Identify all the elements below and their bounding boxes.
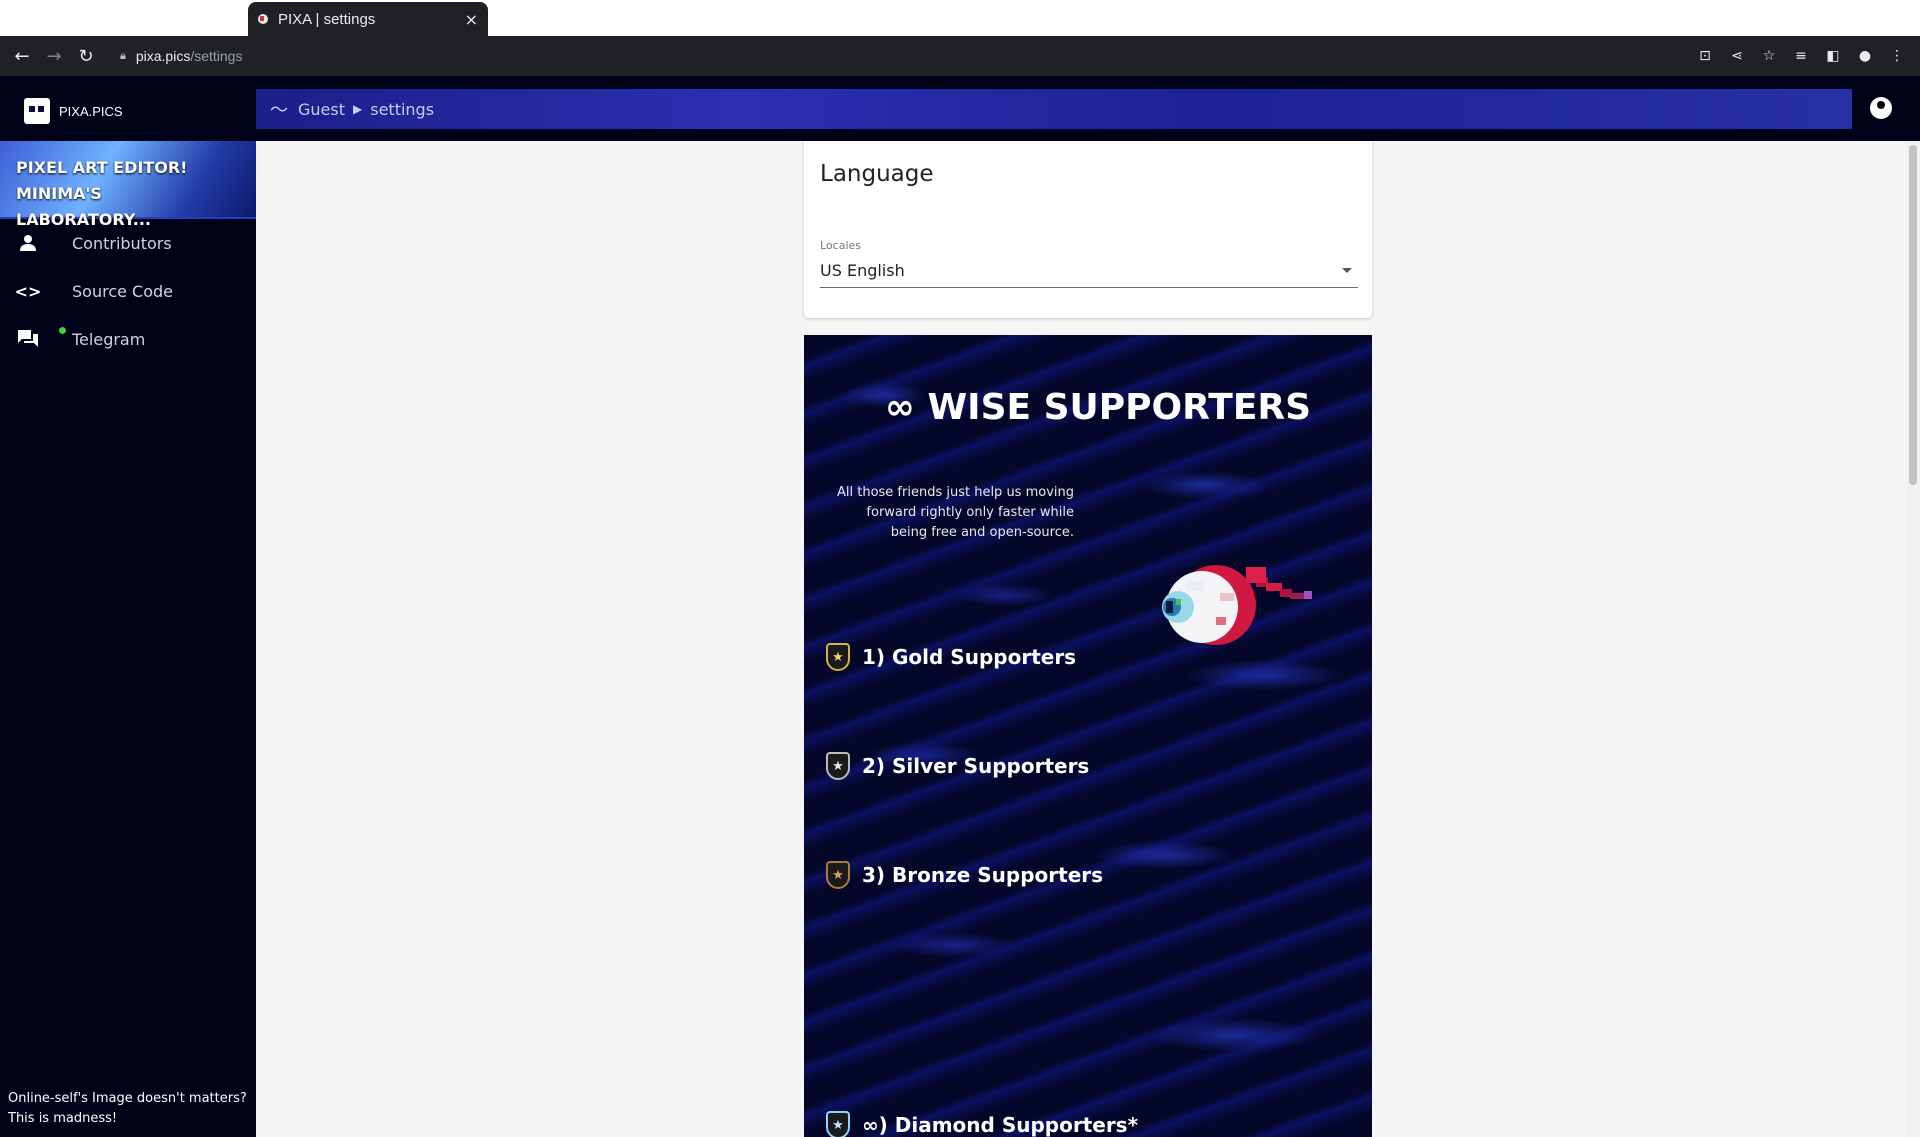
sidebar-item-source-code[interactable]: <> Source Code [0,267,256,315]
locale-selected-value: US English [820,261,905,280]
url-path: /settings [190,48,243,64]
pixel-eyeball-illustration [1162,565,1312,645]
favicon-icon [258,14,268,24]
pixa-logo-icon [24,98,50,124]
sidebar-item-telegram[interactable]: Telegram [0,315,256,363]
tier-gold[interactable]: ★ 1) Gold Supporters [826,643,1076,671]
promo-banner[interactable]: PIXEL ART EDITOR! MINIMA'S LABORATORY... [0,141,256,229]
brand-link[interactable]: PIXA.PICS [24,98,123,124]
online-status-dot [59,327,66,334]
locale-select[interactable]: US English [820,254,1358,288]
url-host: pixa.pics [135,48,191,64]
browser-tab[interactable]: PIXA | settings × [248,2,488,36]
breadcrumb-page: settings [370,99,435,119]
gold-badge-icon: ★ [826,643,850,671]
media-queue-icon[interactable]: ≡ [1792,47,1810,65]
lock-icon: 🔒︎ [120,49,126,62]
bronze-badge-icon: ★ [826,861,850,889]
sidebar: PIXEL ART EDITOR! MINIMA'S LABORATORY...… [0,141,256,1137]
infinity-icon: ∞ [884,387,915,428]
diamond-badge-icon: ★ [826,1111,850,1137]
tier-bronze[interactable]: ★ 3) Bronze Supporters [826,861,1103,889]
sidebar-item-label: Telegram [72,329,146,349]
profile-icon[interactable]: ● [1856,47,1874,65]
browser-tab-strip: PIXA | settings × [0,0,1920,36]
tier-silver[interactable]: ★ 2) Silver Supporters [826,752,1089,780]
tier-diamond[interactable]: ★ ∞) Diamond Supporters* [826,1111,1138,1137]
sidebar-item-label: Contributors [72,233,172,253]
breadcrumb-user[interactable]: Guest [298,100,345,119]
side-panel-icon[interactable]: ◧ [1824,47,1842,65]
supporters-title-text: WISE SUPPORTERS [927,387,1312,428]
page-scrollbar[interactable] [1906,141,1920,1137]
supporters-panel: ∞ WISE SUPPORTERS All those friends just… [804,335,1372,1137]
code-icon: <> [14,281,42,301]
dropdown-arrow-icon [1342,268,1352,273]
silver-badge-icon: ★ [826,752,850,780]
share-icon[interactable]: ⋖ [1728,47,1746,65]
tier-label: 1) Gold Supporters [862,645,1077,669]
person-icon [16,231,40,255]
locales-label: Locales [820,239,862,252]
brand-name: PIXA.PICS [59,103,123,119]
reload-icon[interactable]: ↻ [70,46,102,67]
sidebar-footnote: Online-self's Image doesn't matters? Thi… [8,1091,247,1126]
browser-toolbar: ← → ↻ 🔒︎ pixa.pics/settings ⊡ ⋖ ☆ ≡ ◧ ● … [0,36,1920,76]
sidebar-item-contributors[interactable]: Contributors [0,219,256,267]
supporters-description: All those friends just help us moving fo… [836,485,1074,540]
language-heading: Language [820,161,934,187]
forward-icon[interactable]: → [38,46,70,67]
sidebar-item-label: Source Code [72,281,173,301]
tier-label: 2) Silver Supporters [862,754,1090,778]
browser-menu-icon[interactable]: ⋮ [1888,47,1906,65]
account-icon[interactable] [1870,97,1892,119]
breadcrumb-separator-icon: ▶ [353,102,363,116]
language-card: Language Locales US English [804,141,1372,318]
scrollbar-thumb[interactable] [1909,145,1917,485]
tab-close-icon[interactable]: × [465,10,478,29]
bird-icon: 〜 [270,100,288,121]
breadcrumb: 〜 Guest ▶ settings [256,89,1852,129]
supporters-title: ∞ WISE SUPPORTERS [804,387,1372,428]
tier-label: ∞) Diamond Supporters* [862,1113,1139,1137]
chat-icon [16,327,40,351]
tab-title: PIXA | settings [278,10,376,28]
tier-label: 3) Bronze Supporters [862,863,1104,887]
install-app-icon[interactable]: ⊡ [1696,47,1714,65]
address-bar[interactable]: 🔒︎ pixa.pics/settings [120,48,1696,64]
promo-line-1: PIXEL ART EDITOR! [16,158,188,177]
back-icon[interactable]: ← [6,46,38,67]
bookmark-star-icon[interactable]: ☆ [1760,47,1778,65]
